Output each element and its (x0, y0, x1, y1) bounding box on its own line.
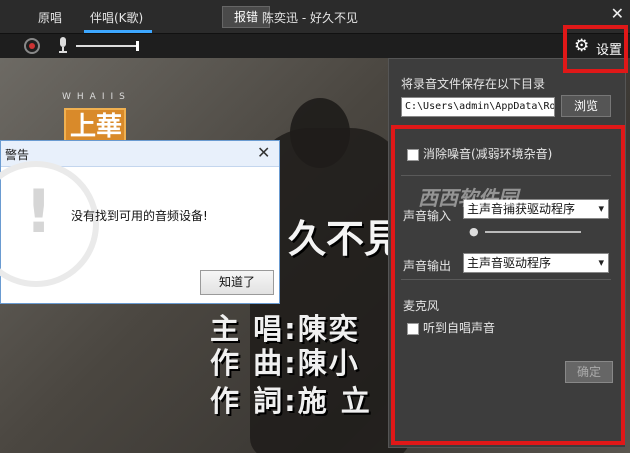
tab-accompany[interactable]: 伴唱(K歌) (90, 9, 143, 26)
close-icon[interactable]: ✕ (611, 4, 624, 23)
browse-button[interactable]: 浏览 (561, 95, 611, 117)
control-bar: ⚙ 设置 (0, 34, 630, 58)
tab-original[interactable]: 原唱 (38, 9, 62, 26)
credit-lyricist: 作 詞:施 立 (210, 384, 372, 418)
label-logo-text: 上華 (70, 112, 123, 142)
record-icon[interactable] (24, 38, 40, 54)
microphone-icon[interactable] (58, 37, 68, 53)
warning-dialog: 警告 ✕ ! 没有找到可用的音频设备! 知道了 (0, 140, 280, 304)
save-path-field[interactable]: C:\Users\admin\AppData\Ro (401, 97, 555, 117)
save-dir-label: 将录音文件保存在以下目录 (401, 77, 546, 91)
highlight-box-settings (563, 25, 628, 73)
settings-panel: 将录音文件保存在以下目录 C:\Users\admin\AppData\Ro 浏… (388, 58, 626, 448)
label-logo-small: WHAIIS (62, 92, 131, 102)
mic-volume-thumb[interactable] (136, 41, 139, 51)
dialog-message: 没有找到可用的音频设备! (71, 209, 208, 223)
exclamation-icon: ! (25, 177, 53, 247)
credit-composer: 作 曲:陳小 (210, 346, 360, 380)
video-song-title: 久不見 (288, 217, 403, 261)
dialog-title: 警告 (5, 148, 30, 162)
site-watermark: 西西软件园 (418, 186, 518, 210)
mic-base (59, 51, 67, 53)
top-bar: 原唱 伴唱(K歌) 报错 陈奕迅 - 好久不见 ✕ (0, 0, 630, 34)
highlight-box-panel (391, 125, 625, 445)
dialog-ok-button[interactable]: 知道了 (200, 270, 274, 295)
song-title: 陈奕迅 - 好久不见 (262, 11, 358, 25)
mic-volume-slider[interactable] (76, 45, 138, 47)
mic-capsule (60, 37, 66, 47)
dialog-close-icon[interactable]: ✕ (257, 143, 270, 162)
active-tab-indicator (84, 30, 152, 33)
